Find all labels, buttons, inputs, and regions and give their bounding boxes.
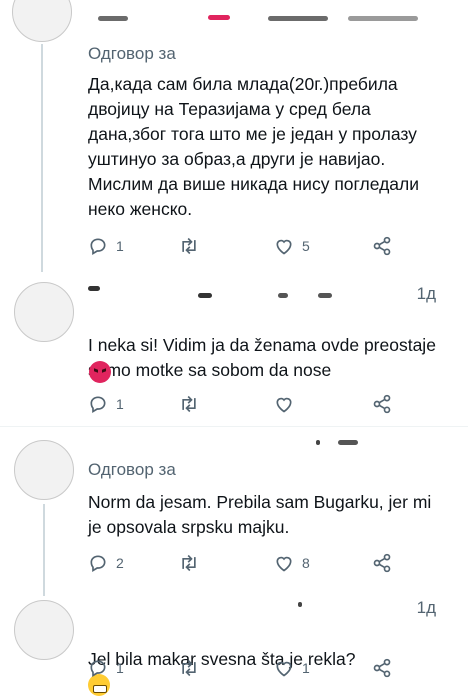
tweet[interactable]: 1д Jel bila makar svesna šta je rekla? 1… (0, 588, 468, 697)
tweet-header-redacted (88, 598, 450, 614)
avatar[interactable] (12, 0, 72, 42)
reply-count: 1 (116, 660, 124, 676)
avatar[interactable] (14, 282, 74, 342)
tweet-actions: 2 8 (88, 553, 398, 575)
tweet[interactable]: Одговор за Да,када сам била млада(20г.)п… (0, 0, 468, 272)
thread-line (43, 504, 45, 596)
reply-prefix: Одговор за (88, 44, 176, 63)
divider (0, 426, 468, 427)
share-icon (373, 553, 391, 573)
share-icon (373, 236, 391, 256)
tweet-text: Да,када сам била млада(20г.)пребила двој… (88, 74, 420, 219)
heart-icon (276, 397, 292, 413)
reply-icon (90, 238, 106, 255)
reply-icon (90, 660, 106, 677)
share-button[interactable] (372, 553, 392, 573)
tweet-text-body: I neka si! Vidim ja da ženama ovde preos… (88, 335, 436, 380)
share-button[interactable] (372, 236, 392, 256)
retweet-button[interactable] (178, 658, 200, 678)
reply-button[interactable]: 2 (88, 553, 124, 573)
reply-button[interactable]: 1 (88, 394, 124, 414)
retweet-icon (182, 395, 196, 413)
retweet-icon (182, 237, 196, 255)
like-count: 5 (302, 238, 310, 254)
tweet-header-redacted (88, 436, 450, 452)
tweet-text: I neka si! Vidim ja da ženama ovde preos… (88, 308, 438, 383)
reply-icon (90, 396, 106, 413)
tweet[interactable]: Одговор за Norm da jesam. Prebila sam Bu… (0, 430, 468, 596)
reply-prefix: Одговор за (88, 460, 176, 479)
retweet-button[interactable] (178, 553, 200, 573)
like-button[interactable]: 5 (274, 236, 310, 256)
like-count: 8 (302, 555, 310, 571)
reply-count: 2 (116, 555, 124, 571)
avatar[interactable] (14, 600, 74, 660)
thread-line (41, 44, 43, 272)
reply-button[interactable]: 1 (88, 658, 124, 678)
share-icon (373, 658, 391, 678)
tweet-actions: 1 1 (88, 658, 398, 680)
tweet-header-redacted (88, 10, 450, 26)
heart-icon (276, 661, 292, 677)
like-button[interactable]: 1 (274, 658, 310, 678)
reply-count: 1 (116, 396, 124, 412)
angry-face-emoji (89, 361, 111, 383)
tweet-text: Norm da jesam. Prebila sam Bugarku, jer … (88, 492, 432, 537)
retweet-icon (182, 659, 196, 677)
heart-icon (276, 556, 292, 572)
retweet-button[interactable] (178, 394, 200, 414)
replying-to: Одговор за (88, 44, 176, 64)
tweet-actions: 1 5 (88, 236, 398, 258)
like-button[interactable]: 8 (274, 553, 310, 573)
tweet-actions: 1 (88, 394, 398, 416)
replying-to: Одговор за (88, 460, 176, 480)
reply-button[interactable]: 1 (88, 236, 124, 256)
avatar[interactable] (14, 440, 74, 500)
reply-count: 1 (116, 238, 124, 254)
retweet-icon (182, 554, 196, 572)
tweet-header-redacted (88, 284, 450, 300)
retweet-button[interactable] (178, 236, 200, 256)
share-button[interactable] (372, 658, 392, 678)
like-count: 1 (302, 660, 310, 676)
tweet-timestamp[interactable]: 1д (417, 598, 436, 618)
like-button[interactable] (274, 394, 294, 414)
tweet[interactable]: 1д I neka si! Vidim ja da ženama ovde pr… (0, 272, 468, 422)
share-icon (373, 394, 391, 414)
tweet-timestamp[interactable]: 1д (417, 284, 436, 304)
heart-icon (276, 239, 292, 255)
share-button[interactable] (372, 394, 392, 414)
reply-icon (90, 555, 106, 572)
